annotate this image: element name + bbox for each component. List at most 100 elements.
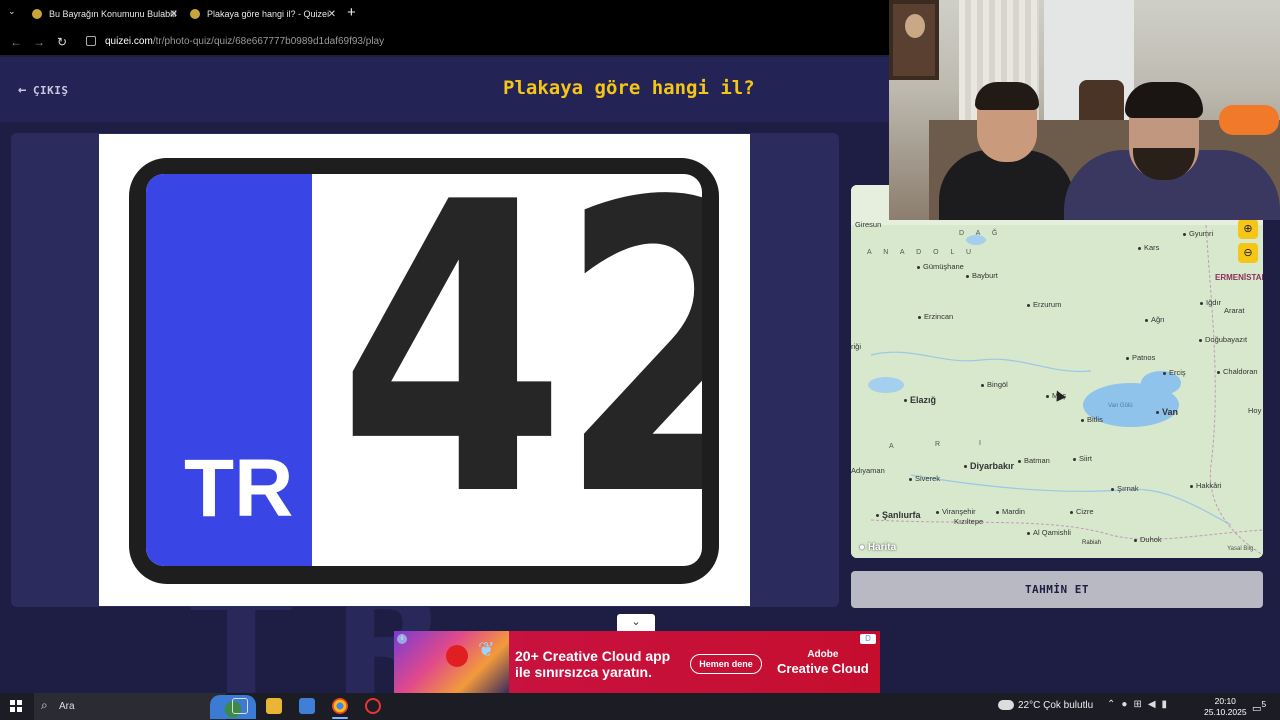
exit-label: ÇIKIŞ [32, 84, 69, 97]
webcam-overlay [889, 0, 1280, 220]
search-icon: ⌕ [41, 698, 48, 712]
map-city: Chaldoran [1217, 367, 1258, 376]
zoom-in-icon[interactable]: ⊕ [1238, 219, 1258, 239]
map-region-label: I [979, 440, 986, 447]
ad-brand: Adobe Creative Cloud [777, 649, 869, 676]
ad-cta-button[interactable]: Hemen dene [690, 654, 762, 674]
cloud-icon [998, 700, 1014, 711]
map-city: Gyumri [1183, 229, 1213, 238]
system-tray[interactable]: ⌃●⊞◀▮ [1107, 699, 1173, 710]
browser-tab-2[interactable]: Plakaya göre hangi il? - Quizei ✕ [190, 4, 336, 24]
map-legal-link[interactable]: Yasal Bilg. [1227, 546, 1255, 552]
quiz-header: ← ÇIKIŞ Plakaya göre hangi il? [0, 57, 889, 122]
guess-button[interactable]: TAHMİN ET [851, 571, 1263, 608]
map-city: riği [851, 342, 862, 351]
map-city: Bingöl [981, 380, 1008, 389]
flower-icon [446, 645, 468, 667]
tab-title: Bu Bayrağın Konumunu Bulabili [49, 9, 177, 19]
reload-icon[interactable]: ↻ [57, 35, 67, 49]
map-city: Hoy [1248, 406, 1262, 415]
map-country-label: ERMENİSTAN [1215, 273, 1263, 282]
screen: ⌄ Bu Bayrağın Konumunu Bulabili ✕ Plakay… [0, 0, 1280, 720]
map-city: Ağrı [1145, 315, 1165, 324]
tab-title: Plakaya göre hangi il? - Quizei [207, 9, 330, 19]
map-city: Viranşehir [936, 507, 976, 516]
volume-icon: ◀ [1147, 699, 1162, 710]
weather-widget[interactable]: 22°C Çok bulutlu [998, 700, 1093, 711]
map-city: Cizre [1070, 507, 1094, 516]
arrow-left-icon: ← [18, 82, 27, 98]
tab-search-icon[interactable]: ⌄ [8, 6, 16, 17]
pillow [1219, 105, 1279, 135]
network-icon: ⊞ [1133, 699, 1148, 710]
zoom-out-icon[interactable]: ⊖ [1238, 243, 1258, 263]
map-city: Rabiah [1082, 540, 1102, 546]
plate-number: 42 [338, 174, 702, 566]
map-city: Bayburt [966, 271, 998, 280]
back-icon[interactable]: ← [10, 35, 22, 49]
tab-favicon-icon [32, 9, 42, 19]
collapse-ad-button[interactable]: ⌄ [617, 614, 655, 631]
guess-map[interactable]: A N A D O L U D A Ğ A R I ERMENİSTAN Gir… [851, 185, 1263, 558]
ad-headline: 20+ Creative Cloud app ile sınırsızca ya… [515, 648, 671, 680]
map-city: Erzurum [1027, 300, 1061, 309]
forward-icon[interactable]: → [33, 35, 45, 49]
new-tab-icon[interactable]: + [347, 4, 356, 21]
map-brand: ● Harita [859, 542, 897, 553]
map-city: Elazığ [904, 395, 936, 405]
map-region-label: D A Ğ [959, 230, 1003, 237]
ad-artwork: ❦ [394, 631, 509, 693]
app-icon[interactable] [299, 698, 315, 714]
map-region-label: R [935, 441, 946, 448]
map-city: Doğubayazıt [1199, 335, 1247, 344]
plate-face: TR 42 [146, 174, 702, 566]
taskbar-search[interactable]: ⌕ Ara [34, 693, 256, 720]
site-info-icon[interactable] [86, 36, 96, 46]
task-view-icon[interactable] [232, 698, 248, 714]
close-tab-icon[interactable]: ✕ [170, 9, 178, 20]
map-city: Siirt [1073, 454, 1092, 463]
recorder-icon[interactable] [365, 698, 381, 714]
taskbar-clock[interactable]: 20:10 25.10.2025 [1204, 696, 1247, 718]
map-city: Batman [1018, 456, 1050, 465]
butterfly-icon: ❦ [478, 639, 495, 661]
map-city: Bitlis [1081, 415, 1103, 424]
ad-info-icon[interactable]: i [397, 634, 407, 644]
map-city: Mardin [996, 507, 1025, 516]
map-lake-label: Van Gölü [1108, 403, 1133, 409]
map-city: Şanlıurfa [876, 510, 921, 520]
map-region-label: A N A D O L U [867, 249, 977, 256]
map-city: Şırnak [1111, 484, 1139, 493]
map-city: Erzincan [918, 312, 953, 321]
tab-favicon-icon [190, 9, 200, 19]
chevron-down-icon: ⌄ [631, 616, 641, 628]
map-region-label: A [889, 443, 899, 450]
map-city: Kızıltepe [954, 517, 984, 526]
browser-tab-1[interactable]: Bu Bayrağın Konumunu Bulabili ✕ [32, 4, 178, 24]
browser-addressbar: ← → ↻ quizei.com/tr/photo-quiz/quiz/68e6… [0, 28, 889, 56]
map-city: Gümüşhane [917, 262, 964, 271]
quiz-title: Plakaya göre hangi il? [503, 77, 755, 99]
file-explorer-icon[interactable] [266, 698, 282, 714]
windows-taskbar: ⌕ Ara 22°C Çok bulutlu ⌃●⊞◀▮ 20:10 25.10… [0, 693, 1280, 720]
adchoices-icon[interactable]: D [860, 634, 876, 644]
portrait-frame [889, 0, 939, 80]
map-city: Kars [1138, 243, 1159, 252]
map-city: Ararat [1224, 306, 1245, 315]
map-city: Iğdır [1200, 298, 1221, 307]
chrome-icon[interactable] [332, 698, 348, 714]
map-city: Duhok [1134, 535, 1162, 544]
close-tab-icon[interactable]: ✕ [328, 9, 336, 20]
map-city: Adıyaman [851, 466, 885, 475]
windows-start-icon[interactable] [10, 700, 22, 712]
advertisement-banner[interactable]: ❦ i 20+ Creative Cloud app ile sınırsızc… [394, 631, 880, 693]
plate-border: TR 42 [129, 158, 719, 584]
map-city: Erciş [1163, 368, 1186, 377]
notification-icon[interactable]: ▭5 [1252, 699, 1266, 714]
exit-button[interactable]: ← ÇIKIŞ [18, 82, 69, 98]
url-field[interactable]: quizei.com/tr/photo-quiz/quiz/68e667777b… [105, 36, 384, 47]
map-city: Siverek [909, 474, 940, 483]
plate-country-code: TR [184, 443, 294, 534]
chevron-up-icon: ⌃ [1107, 699, 1122, 710]
apple-logo-icon: ● [859, 542, 866, 553]
